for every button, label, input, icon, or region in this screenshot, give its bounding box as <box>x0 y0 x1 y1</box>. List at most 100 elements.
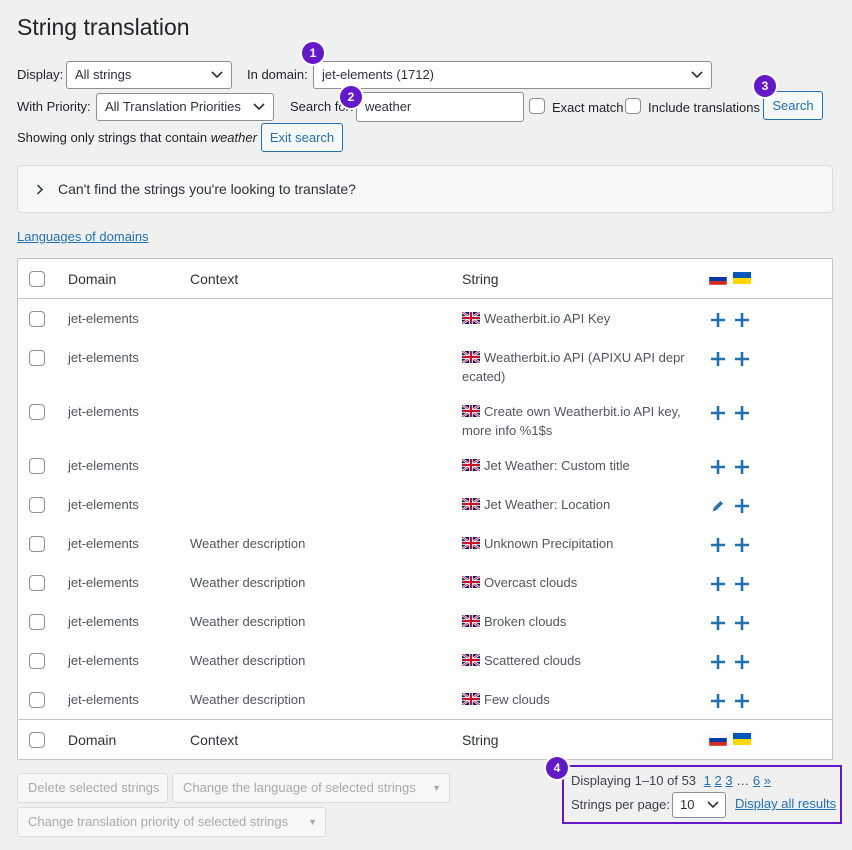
exit-search-button[interactable]: Exit search <box>261 123 343 152</box>
column-header-string[interactable]: String <box>462 271 499 287</box>
row-checkbox[interactable] <box>29 350 45 366</box>
chevron-down-icon <box>691 71 703 79</box>
table-header: Domain Context String <box>18 259 832 299</box>
display-label: Display: <box>17 67 64 82</box>
row-domain: jet-elements <box>68 614 139 629</box>
uk-flag-icon <box>462 693 480 705</box>
search-input[interactable]: weather <box>356 92 524 122</box>
domain-select[interactable]: jet-elements (1712) <box>313 61 712 89</box>
search-notice-term: weather <box>210 130 257 145</box>
row-string: Scattered clouds <box>462 651 692 670</box>
display-select-value: All strings <box>75 67 132 82</box>
annotation-badge-2: 2 <box>340 86 362 108</box>
row-string-line: Jet Weather: Custom title <box>484 458 630 473</box>
row-context: Weather description <box>190 653 306 668</box>
add-translation-ru-plus-icon[interactable] <box>711 406 725 420</box>
add-translation-ua-plus-icon[interactable] <box>735 460 749 474</box>
per-page-label: Strings per page: <box>571 797 671 812</box>
edit-translation-pencil-icon[interactable] <box>711 499 725 513</box>
column-footer-string[interactable]: String <box>462 732 499 748</box>
row-context: Weather description <box>190 536 306 551</box>
add-translation-ru-plus-icon[interactable] <box>711 655 725 669</box>
row-domain: jet-elements <box>68 404 139 419</box>
add-translation-ua-plus-icon[interactable] <box>735 616 749 630</box>
select-all-checkbox-footer[interactable] <box>29 732 45 748</box>
row-checkbox[interactable] <box>29 653 45 669</box>
add-translation-ua-plus-icon[interactable] <box>735 313 749 327</box>
column-footer-context[interactable]: Context <box>190 732 238 748</box>
row-checkbox[interactable] <box>29 692 45 708</box>
display-select[interactable]: All strings <box>66 61 232 89</box>
ukraine-flag-icon <box>733 733 751 745</box>
page-2-link[interactable]: 2 <box>715 773 722 788</box>
next-page-link[interactable]: » <box>764 773 771 788</box>
row-checkbox[interactable] <box>29 404 45 420</box>
per-page-value: 10 <box>680 797 695 812</box>
add-translation-ru-plus-icon[interactable] <box>711 352 725 366</box>
change-priority-label: Change translation priority of selected … <box>28 814 289 829</box>
add-translation-ua-plus-icon[interactable] <box>735 694 749 708</box>
add-translation-ru-plus-icon[interactable] <box>711 313 725 327</box>
page-6-link[interactable]: 6 <box>753 773 760 788</box>
row-string: Few clouds <box>462 690 692 709</box>
priority-label: With Priority: <box>17 99 91 114</box>
page-1-link[interactable]: 1 <box>704 773 711 788</box>
include-translations-checkbox[interactable] <box>625 98 641 114</box>
add-translation-ru-plus-icon[interactable] <box>711 616 725 630</box>
row-checkbox[interactable] <box>29 536 45 552</box>
pagination-ellipsis: … <box>736 773 750 788</box>
display-all-results-link[interactable]: Display all results <box>735 796 836 811</box>
row-domain: jet-elements <box>68 497 139 512</box>
row-string-line: Unknown Precipitation <box>484 536 614 551</box>
help-panel[interactable]: Can't find the strings you're looking to… <box>17 165 833 213</box>
column-header-context[interactable]: Context <box>190 271 238 287</box>
delete-selected-button[interactable]: Delete selected strings <box>17 773 168 803</box>
column-footer-domain[interactable]: Domain <box>68 732 116 748</box>
annotation-badge-4: 4 <box>546 757 568 779</box>
add-translation-ru-plus-icon[interactable] <box>711 577 725 591</box>
chevron-down-icon <box>253 103 265 111</box>
row-domain: jet-elements <box>68 311 139 326</box>
priority-select-value: All Translation Priorities <box>105 99 241 114</box>
select-all-checkbox[interactable] <box>29 271 45 287</box>
pagination-line: Displaying 1–10 of 53 1 2 3 … 6 » <box>571 773 771 788</box>
languages-of-domains-link[interactable]: Languages of domains <box>17 229 149 244</box>
search-button[interactable]: Search <box>763 91 823 120</box>
change-language-button[interactable]: Change the language of selected strings … <box>172 773 450 803</box>
add-translation-ru-plus-icon[interactable] <box>711 694 725 708</box>
priority-select[interactable]: All Translation Priorities <box>96 93 274 121</box>
row-checkbox[interactable] <box>29 614 45 630</box>
add-translation-ua-plus-icon[interactable] <box>735 538 749 552</box>
chevron-down-icon <box>707 801 719 809</box>
add-translation-ua-plus-icon[interactable] <box>735 352 749 366</box>
row-checkbox[interactable] <box>29 575 45 591</box>
row-checkbox[interactable] <box>29 497 45 513</box>
add-translation-ru-plus-icon[interactable] <box>711 538 725 552</box>
row-string-line: Weatherbit.io API (APIXU API depr <box>484 350 685 365</box>
row-context: Weather description <box>190 614 306 629</box>
add-translation-ua-plus-icon[interactable] <box>735 499 749 513</box>
domain-select-value: jet-elements (1712) <box>322 67 434 82</box>
row-domain: jet-elements <box>68 458 139 473</box>
per-page-select[interactable]: 10 <box>672 792 726 818</box>
add-translation-ua-plus-icon[interactable] <box>735 577 749 591</box>
search-notice-prefix: Showing only strings that contain <box>17 130 208 145</box>
row-domain: jet-elements <box>68 350 139 365</box>
page-3-link[interactable]: 3 <box>725 773 732 788</box>
row-checkbox[interactable] <box>29 458 45 474</box>
row-string-line: ecated) <box>462 369 506 384</box>
add-translation-ua-plus-icon[interactable] <box>735 655 749 669</box>
add-translation-ua-plus-icon[interactable] <box>735 406 749 420</box>
row-domain: jet-elements <box>68 653 139 668</box>
row-string: Unknown Precipitation <box>462 534 692 553</box>
annotation-badge-1: 1 <box>302 42 324 64</box>
row-context: Weather description <box>190 575 306 590</box>
change-priority-button[interactable]: Change translation priority of selected … <box>17 807 326 837</box>
uk-flag-icon <box>462 654 480 666</box>
exact-match-checkbox[interactable] <box>529 98 545 114</box>
row-string-line: Create own Weatherbit.io API key, <box>484 404 681 419</box>
row-checkbox[interactable] <box>29 311 45 327</box>
help-panel-label: Can't find the strings you're looking to… <box>58 181 356 197</box>
column-header-domain[interactable]: Domain <box>68 271 116 287</box>
add-translation-ru-plus-icon[interactable] <box>711 460 725 474</box>
